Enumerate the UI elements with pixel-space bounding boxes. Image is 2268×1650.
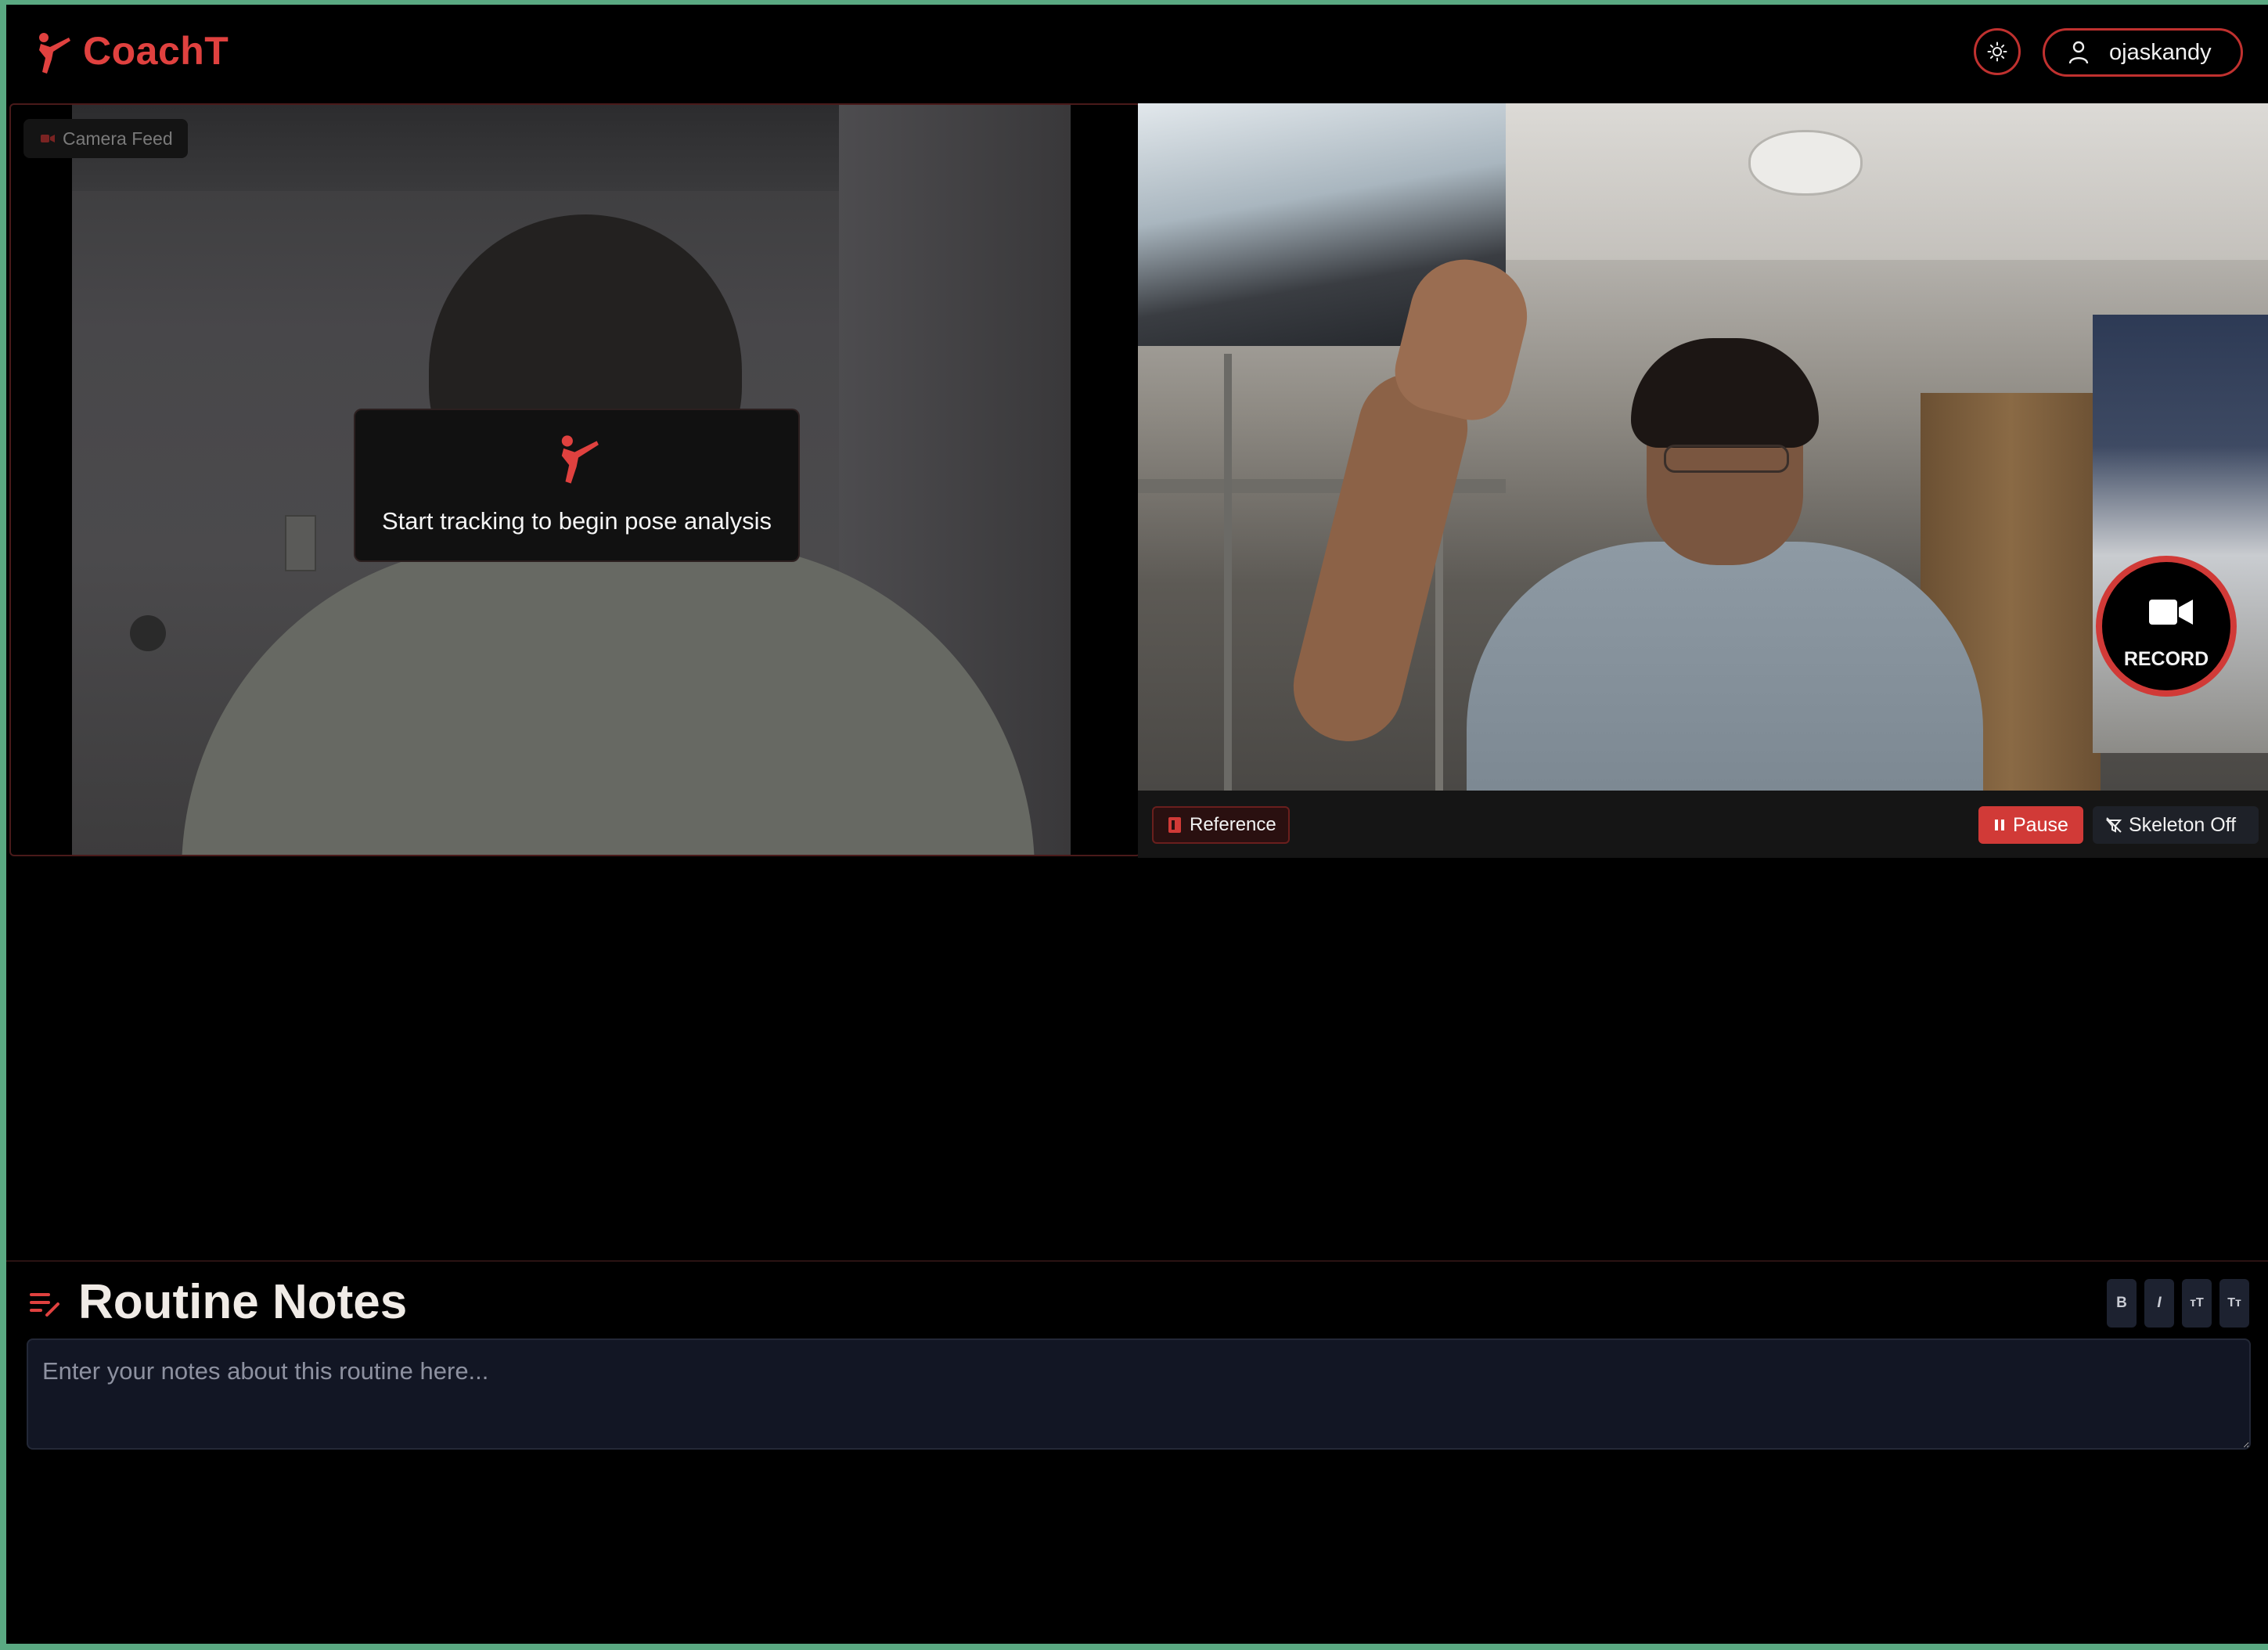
app-header: CoachT ojaskandy xyxy=(6,5,2268,102)
skeleton-off-icon xyxy=(2105,817,2122,833)
video-ceiling-lamp xyxy=(1748,130,1863,196)
video-person-hair xyxy=(1631,338,1819,448)
record-button[interactable]: RECORD xyxy=(2096,556,2237,697)
camera-feed-label-text: Camera Feed xyxy=(63,128,173,149)
reference-feed-panel: RECORD Reference Pause Skeleton Off xyxy=(1138,103,2268,858)
decrease-font-button[interactable]: Tт xyxy=(2219,1279,2249,1328)
notes-edit-icon xyxy=(30,1293,59,1317)
tracking-prompt-card: Start tracking to begin pose analysis xyxy=(354,409,800,562)
video-person-arm xyxy=(1282,362,1479,753)
pause-icon xyxy=(1995,820,2004,830)
theme-toggle-button[interactable] xyxy=(1974,28,2021,75)
video-camera-icon xyxy=(41,135,55,142)
section-divider xyxy=(6,1260,2268,1262)
pause-button-label: Pause xyxy=(2013,813,2068,836)
brand-name[interactable]: CoachT xyxy=(83,28,229,74)
video-door-knob xyxy=(130,615,166,651)
user-menu-button[interactable]: ojaskandy xyxy=(2043,28,2243,77)
book-icon xyxy=(1168,817,1181,833)
video-control-bar: Reference Pause Skeleton Off xyxy=(1138,791,2268,858)
video-light-switch xyxy=(285,515,316,571)
user-icon xyxy=(2068,41,2089,64)
record-label: RECORD xyxy=(2123,648,2209,670)
reference-feed-video xyxy=(1138,103,2268,800)
camera-feed-label: Camera Feed xyxy=(23,119,188,158)
username: ojaskandy xyxy=(2109,39,2212,65)
increase-font-button[interactable]: ᴛT xyxy=(2182,1279,2212,1328)
bold-button[interactable]: B xyxy=(2107,1279,2137,1328)
video-person-glasses xyxy=(1664,445,1789,473)
skeleton-toggle-label: Skeleton Off xyxy=(2129,813,2237,836)
notes-title: Routine Notes xyxy=(78,1275,408,1329)
italic-button[interactable]: I xyxy=(2144,1279,2174,1328)
notes-textarea[interactable] xyxy=(27,1338,2251,1450)
video-bed-rail xyxy=(1224,354,1232,792)
camera-feed-panel: Camera Feed Start tracking to begin pose… xyxy=(9,103,1141,856)
sun-icon xyxy=(1987,41,2007,62)
pause-button[interactable]: Pause xyxy=(1978,806,2083,844)
app-window: CoachT ojaskandy Camera Feed Start track… xyxy=(6,5,2268,1644)
reference-button[interactable]: Reference xyxy=(1152,806,1290,844)
martial-arts-kick-icon xyxy=(39,33,70,74)
skeleton-toggle-button[interactable]: Skeleton Off xyxy=(2093,806,2259,844)
video-person-torso xyxy=(1467,542,1983,800)
martial-arts-kick-icon xyxy=(561,435,599,484)
video-camera-icon xyxy=(2149,600,2193,625)
reference-button-label: Reference xyxy=(1190,814,1276,835)
tracking-prompt-message: Start tracking to begin pose analysis xyxy=(382,507,772,535)
